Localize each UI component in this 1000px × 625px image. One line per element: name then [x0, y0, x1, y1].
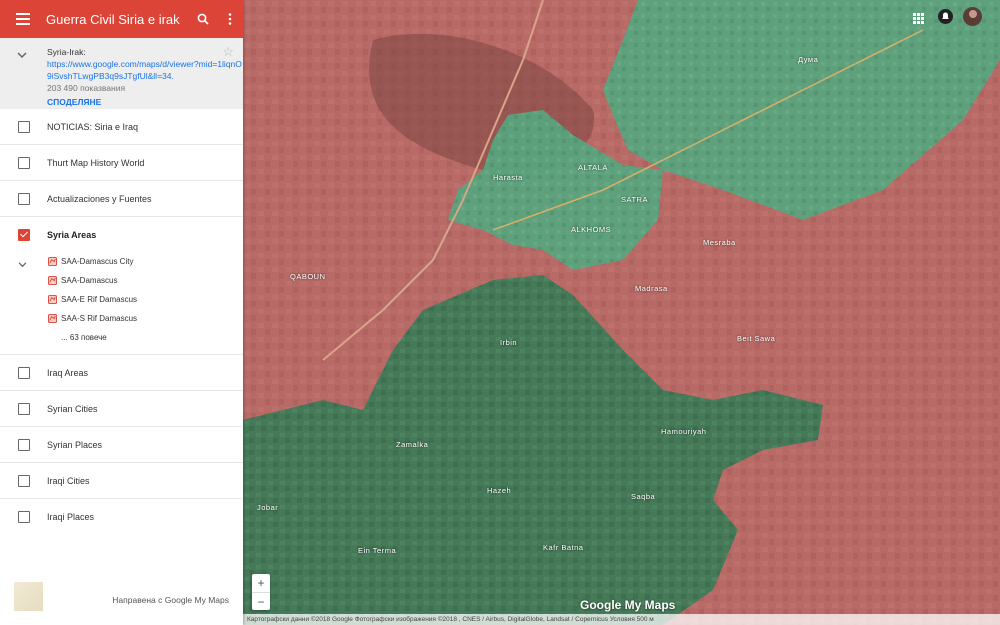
sublayer-label: SAA-Damascus City: [61, 257, 134, 266]
layer-label: NOTICIAS: Siria e Iraq: [47, 121, 139, 132]
layer-checkbox[interactable]: [18, 192, 30, 205]
zoom-out-button[interactable]: −: [252, 593, 270, 611]
sidebar-footer: Направена с Google My Maps: [0, 581, 243, 611]
layer-label: Actualizaciones y Fuentes: [47, 193, 152, 204]
map-label: Madrasa: [635, 284, 668, 293]
sublayer-label: SAA-E Rif Damascus: [61, 295, 138, 304]
layer-label: Syrian Cities: [47, 403, 98, 414]
layer-label: Iraqi Cities: [47, 475, 90, 486]
sublayer-label: SAA-S Rif Damascus: [61, 314, 138, 323]
more-vert-icon[interactable]: [216, 0, 243, 38]
polygon-style-icon: [48, 276, 57, 285]
map-label: ALTALA: [578, 163, 608, 172]
layer-checkbox[interactable]: [18, 438, 30, 451]
layer-thurt-map[interactable]: Thurt Map History World: [0, 145, 243, 181]
share-button[interactable]: СПОДЕЛЯНЕ: [47, 96, 243, 108]
map-overlay: [243, 0, 1000, 625]
sublayer-item[interactable]: SAA-Damascus City: [48, 252, 243, 271]
map-label: Zamalka: [396, 440, 429, 449]
map-label: Mesraba: [703, 238, 736, 247]
map-label: Hamouriyah: [661, 427, 707, 436]
map-label: Irbin: [500, 338, 518, 347]
map-url-link[interactable]: https://www.google.com/maps/d/viewer?mid…: [47, 58, 243, 82]
chevron-down-icon[interactable]: [18, 255, 27, 273]
layer-checkbox[interactable]: [18, 366, 30, 379]
map-label: Saqba: [631, 492, 656, 501]
polygon-style-icon: [48, 257, 57, 266]
apps-grid-icon[interactable]: [913, 11, 924, 29]
map-name: Syria-Irak:: [47, 47, 86, 57]
layer-label: Iraqi Places: [47, 511, 95, 522]
more-items-link[interactable]: ... 63 повече: [61, 328, 243, 347]
layer-syria-areas-header[interactable]: Syria Areas: [0, 217, 243, 252]
layer-syria-areas: Syria Areas SAA-Damascus City SAA-Damasc…: [0, 217, 243, 355]
layer-syrian-places[interactable]: Syrian Places: [0, 427, 243, 463]
google-my-maps-logo: Google My Maps: [580, 598, 676, 612]
app-header: Guerra Civil Siria e irak: [0, 0, 243, 38]
layer-checkbox[interactable]: [18, 156, 30, 169]
map-label: SATRA: [621, 195, 648, 204]
sublayer-item[interactable]: SAA-E Rif Damascus: [48, 290, 243, 309]
map-label: Harasta: [493, 173, 523, 182]
star-icon[interactable]: ☆: [222, 44, 234, 60]
map-label: Ein Terma: [358, 546, 397, 555]
map-label: QABOUN: [290, 272, 326, 281]
layer-checkbox[interactable]: [18, 510, 30, 523]
map-title: Guerra Civil Siria e irak: [46, 11, 180, 27]
search-icon[interactable]: [189, 0, 216, 38]
map-attribution: Картографски данни ©2018 Google Фотограф…: [243, 614, 1000, 625]
layer-checkbox[interactable]: [18, 474, 30, 487]
layer-label: Iraq Areas: [47, 367, 89, 378]
layer-iraqi-places[interactable]: Iraqi Places: [0, 499, 243, 534]
layer-checkbox[interactable]: [18, 402, 30, 415]
zoom-in-button[interactable]: +: [252, 574, 270, 593]
map-info-panel: ☆ Syria-Irak: https://www.google.com/map…: [0, 38, 243, 109]
layer-iraqi-cities[interactable]: Iraqi Cities: [0, 463, 243, 499]
sublayer-item[interactable]: SAA-Damascus: [48, 271, 243, 290]
map-label: Beit Sawa: [737, 334, 776, 343]
chevron-down-icon[interactable]: [17, 46, 27, 64]
layer-iraq-areas[interactable]: Iraq Areas: [0, 355, 243, 391]
zoom-control: + −: [252, 574, 270, 610]
layer-syrian-cities[interactable]: Syrian Cities: [0, 391, 243, 427]
layer-label: Thurt Map History World: [47, 157, 145, 168]
notifications-icon[interactable]: [938, 9, 953, 29]
sublayer-item[interactable]: SAA-S Rif Damascus: [48, 309, 243, 328]
layer-label: Syrian Places: [47, 439, 103, 450]
polygon-style-icon: [48, 314, 57, 323]
map-label: Думa: [798, 55, 819, 64]
polygon-style-icon: [48, 295, 57, 304]
layer-list: NOTICIAS: Siria e Iraq Thurt Map History…: [0, 109, 243, 534]
layer-noticias[interactable]: NOTICIAS: Siria e Iraq: [0, 109, 243, 145]
map-label: Kafr Batna: [543, 543, 584, 552]
layer-checkbox[interactable]: [18, 120, 30, 133]
made-with-credit[interactable]: Направена с Google My Maps: [112, 595, 229, 605]
map-label: ALKHOMS: [571, 225, 612, 234]
map-label: Jobar: [257, 503, 279, 512]
layer-actualizaciones[interactable]: Actualizaciones y Fuentes: [0, 181, 243, 217]
map-label: Hazeh: [487, 486, 512, 495]
layer-checkbox-checked[interactable]: [18, 228, 30, 241]
sublayer-label: SAA-Damascus: [61, 276, 118, 285]
map-thumbnail[interactable]: [14, 582, 43, 611]
sidebar: Guerra Civil Siria e irak ☆ Syria-Irak: …: [0, 0, 243, 625]
map-canvas[interactable]: Думa Harasta ALTALA SATRA ALKHOMS Mesrab…: [243, 0, 1000, 625]
menu-icon[interactable]: [0, 0, 46, 38]
view-count: 203 490 показвания: [47, 83, 126, 93]
avatar[interactable]: [963, 7, 982, 26]
layer-label: Syria Areas: [47, 229, 97, 240]
